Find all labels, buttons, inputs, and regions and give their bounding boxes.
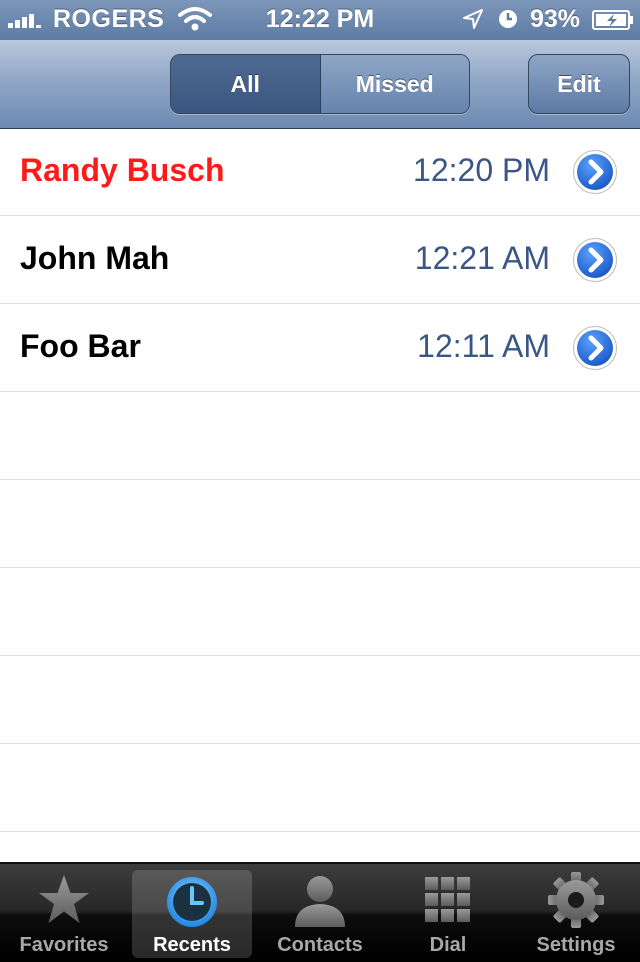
empty-row: [0, 656, 640, 744]
clock-icon: [167, 877, 217, 927]
empty-row: [0, 480, 640, 568]
tab-dial[interactable]: Dial: [384, 864, 512, 962]
tab-label: Favorites: [19, 934, 109, 956]
empty-row: [0, 568, 640, 656]
status-bar: ROGERS 12:22 PM 93%: [0, 0, 640, 40]
call-time: 12:21 AM: [414, 240, 550, 276]
star-icon: [39, 875, 89, 923]
tab-label: Settings: [536, 934, 616, 956]
alarm-icon: [499, 10, 517, 28]
caller-name: Foo Bar: [20, 328, 141, 364]
caller-name: John Mah: [20, 240, 170, 276]
keypad-icon: [425, 877, 470, 922]
navigation-bar: All Missed Edit: [0, 40, 640, 129]
caller-name: Randy Busch: [20, 152, 225, 188]
detail-disclosure-icon[interactable]: [572, 237, 618, 283]
gear-icon: [548, 872, 604, 928]
detail-disclosure-icon[interactable]: [572, 325, 618, 371]
list-item[interactable]: Foo Bar 12:11 AM: [0, 304, 640, 392]
call-time: 12:11 AM: [417, 328, 550, 364]
edit-button[interactable]: Edit: [528, 54, 630, 114]
tab-recents[interactable]: Recents: [132, 870, 252, 958]
tab-label: Recents: [153, 934, 231, 956]
empty-row: [0, 744, 640, 832]
battery-percentage: 93%: [530, 5, 581, 33]
person-icon: [295, 876, 345, 927]
all-missed-segmented-control[interactable]: All Missed: [170, 54, 470, 114]
list-item[interactable]: John Mah 12:21 AM: [0, 216, 640, 304]
tab-settings[interactable]: Settings: [512, 864, 640, 962]
call-time: 12:20 PM: [413, 152, 550, 188]
empty-row: [0, 392, 640, 480]
battery-icon: [592, 10, 633, 30]
tab-label: Contacts: [277, 934, 363, 956]
tab-label: Dial: [429, 934, 467, 956]
tab-bar: Favorites Recents Contacts Dial Settings: [0, 862, 640, 962]
detail-disclosure-icon[interactable]: [572, 149, 618, 195]
location-icon: [463, 9, 483, 29]
recents-list: Randy Busch 12:20 PM John Mah 12:21 AM F…: [0, 128, 640, 862]
segment-all[interactable]: All: [171, 55, 321, 113]
tab-favorites[interactable]: Favorites: [0, 864, 128, 962]
segment-missed[interactable]: Missed: [320, 55, 469, 113]
tab-contacts[interactable]: Contacts: [256, 864, 384, 962]
list-item[interactable]: Randy Busch 12:20 PM: [0, 128, 640, 216]
